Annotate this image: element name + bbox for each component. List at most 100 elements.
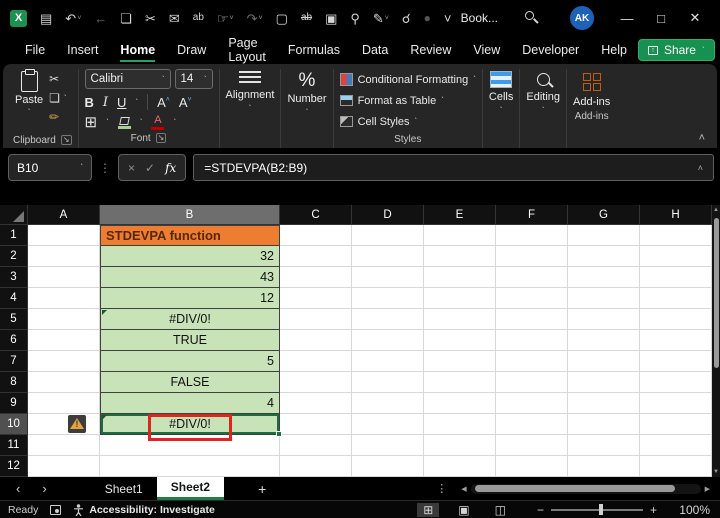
enter-icon[interactable]: ✓	[145, 161, 155, 175]
cell-B3[interactable]: 43	[100, 267, 280, 288]
cell-F7[interactable]	[496, 351, 568, 372]
chevron-down-icon[interactable]: ˋ	[140, 118, 143, 127]
insert-function-icon[interactable]: fx	[165, 161, 176, 175]
cell-H2[interactable]	[640, 246, 712, 267]
qat-touch-mode-icon[interactable]: ☞˅	[217, 12, 234, 25]
excel-logo-icon[interactable]: X	[10, 10, 27, 27]
tab-view[interactable]: View	[473, 38, 500, 62]
cell-D12[interactable]	[352, 456, 424, 477]
cell-C8[interactable]	[280, 372, 352, 393]
column-header-C[interactable]: C	[280, 205, 352, 225]
cell-G5[interactable]	[568, 309, 640, 330]
number-button[interactable]: % Number ˋ	[287, 71, 326, 117]
cell-D7[interactable]	[352, 351, 424, 372]
sheet-options-icon[interactable]: ⋮	[436, 482, 447, 495]
horizontal-scroll-track[interactable]	[471, 484, 701, 494]
conditional-formatting-button[interactable]: Conditional Formattingˋ	[340, 70, 476, 89]
cell-G12[interactable]	[568, 456, 640, 477]
cell-H12[interactable]	[640, 456, 712, 477]
normal-view-icon[interactable]: ⊞	[417, 503, 439, 517]
qat-copy-icon[interactable]: ❏	[120, 12, 132, 25]
cell-F1[interactable]	[496, 225, 568, 246]
tab-developer[interactable]: Developer	[522, 38, 579, 62]
cell-A6[interactable]	[28, 330, 100, 351]
close-button[interactable]: ✕	[678, 10, 712, 26]
cell-C12[interactable]	[280, 456, 352, 477]
tab-data[interactable]: Data	[362, 38, 388, 62]
fill-handle[interactable]	[276, 431, 282, 437]
alignment-button[interactable]: Alignment ˋ	[226, 71, 275, 113]
cell-H5[interactable]	[640, 309, 712, 330]
row-header-11[interactable]: 11	[0, 435, 28, 456]
cell-C3[interactable]	[280, 267, 352, 288]
add-ins-button[interactable]: Add-ins	[573, 71, 610, 108]
zoom-out-button[interactable]: −	[537, 503, 544, 517]
cell-A12[interactable]	[28, 456, 100, 477]
row-header-5[interactable]: 5	[0, 309, 28, 330]
cell-E3[interactable]	[424, 267, 496, 288]
cell-D3[interactable]	[352, 267, 424, 288]
fill-color-button[interactable]	[118, 117, 131, 129]
cell-C7[interactable]	[280, 351, 352, 372]
row-header-4[interactable]: 4	[0, 288, 28, 309]
select-all-button[interactable]	[0, 205, 28, 225]
copy-icon[interactable]: ❏	[49, 91, 60, 105]
zoom-slider-thumb[interactable]	[599, 504, 603, 515]
bold-button[interactable]: B	[85, 95, 94, 110]
format-painter-icon[interactable]: ✏	[49, 110, 66, 124]
cell-C9[interactable]	[280, 393, 352, 414]
qat-back-icon[interactable]: ←	[94, 12, 107, 25]
cell-B6[interactable]: TRUE	[100, 330, 280, 351]
cell-F8[interactable]	[496, 372, 568, 393]
cell-B10[interactable]: #DIV/0!	[100, 414, 280, 435]
cell-D1[interactable]	[352, 225, 424, 246]
qat-print-preview-icon[interactable]: ⚲	[350, 12, 360, 25]
cell-H3[interactable]	[640, 267, 712, 288]
cell-E2[interactable]	[424, 246, 496, 267]
column-header-G[interactable]: G	[568, 205, 640, 225]
cell-H10[interactable]	[640, 414, 712, 435]
cancel-icon[interactable]: ×	[128, 161, 135, 175]
cell-A11[interactable]	[28, 435, 100, 456]
cell-E7[interactable]	[424, 351, 496, 372]
row-header-7[interactable]: 7	[0, 351, 28, 372]
qat-camera-icon[interactable]: ▣	[325, 12, 337, 25]
format-as-table-button[interactable]: Format as Tableˋ	[340, 91, 476, 110]
increase-font-size-button[interactable]: A˄	[157, 95, 170, 110]
cell-G1[interactable]	[568, 225, 640, 246]
qat-save-icon[interactable]: ▤	[40, 12, 52, 25]
cell-H6[interactable]	[640, 330, 712, 351]
qat-lookup-icon[interactable]: ☌	[402, 12, 411, 25]
font-color-button[interactable]: A	[151, 115, 164, 130]
cell-C10[interactable]	[280, 414, 352, 435]
sheet-tab-sheet2[interactable]: Sheet2	[157, 477, 224, 500]
accessibility-status[interactable]: Accessibility: Investigate	[89, 504, 214, 516]
cell-B5[interactable]: #DIV/0!	[100, 309, 280, 330]
cell-H8[interactable]	[640, 372, 712, 393]
cell-A9[interactable]	[28, 393, 100, 414]
qat-new-document-icon[interactable]: ▢	[276, 12, 288, 25]
qat-find-replace-icon[interactable]: ab	[193, 13, 204, 23]
cell-D2[interactable]	[352, 246, 424, 267]
row-header-8[interactable]: 8	[0, 372, 28, 393]
cell-D9[interactable]	[352, 393, 424, 414]
cell-G9[interactable]	[568, 393, 640, 414]
error-options-button[interactable]	[68, 415, 86, 433]
cell-H4[interactable]	[640, 288, 712, 309]
cell-C4[interactable]	[280, 288, 352, 309]
cell-C1[interactable]	[280, 225, 352, 246]
scroll-left-icon[interactable]: ◀	[461, 485, 466, 493]
qat-paste-special-icon[interactable]: ✉	[169, 12, 180, 25]
minimize-button[interactable]: —	[610, 11, 644, 26]
cell-F11[interactable]	[496, 435, 568, 456]
cell-A2[interactable]	[28, 246, 100, 267]
cell-F6[interactable]	[496, 330, 568, 351]
column-header-D[interactable]: D	[352, 205, 424, 225]
chevron-down-icon[interactable]: ˋ	[135, 98, 138, 107]
cell-E6[interactable]	[424, 330, 496, 351]
page-layout-view-icon[interactable]: ▣	[452, 503, 475, 517]
cell-E1[interactable]	[424, 225, 496, 246]
cell-D4[interactable]	[352, 288, 424, 309]
cell-B1[interactable]: STDEVPA function	[100, 225, 280, 246]
cell-B8[interactable]: FALSE	[100, 372, 280, 393]
